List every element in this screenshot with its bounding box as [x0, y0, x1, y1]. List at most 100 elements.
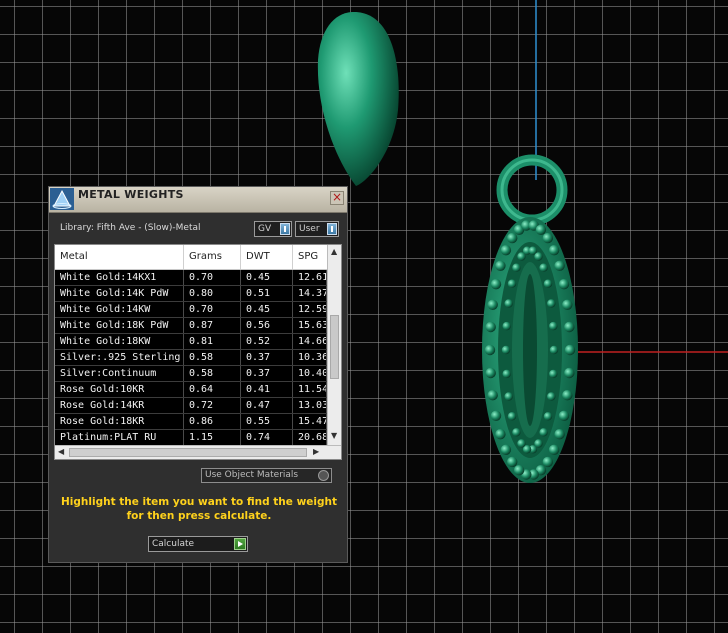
cell-grams: 0.72	[184, 398, 241, 413]
cell-dwt: 0.37	[241, 350, 293, 365]
cell-spg: 15.63	[293, 318, 327, 333]
bead	[548, 245, 560, 256]
library-label: Library: Fifth Ave - (Slow)-Metal	[60, 223, 201, 233]
bead	[547, 392, 556, 401]
cell-dwt: 0.51	[241, 286, 293, 301]
bead	[502, 321, 511, 331]
column-header-grams[interactable]: Grams	[184, 245, 241, 269]
cell-dwt: 0.41	[241, 382, 293, 397]
table-row[interactable]: Rose Gold:14KR 0.72 0.47 13.03	[55, 398, 327, 414]
radio-icon	[318, 470, 329, 481]
play-icon	[234, 538, 246, 550]
bead	[490, 279, 502, 290]
column-header-dwt[interactable]: DWT	[241, 245, 293, 269]
cell-dwt: 0.74	[241, 430, 293, 445]
toggle-knob-icon	[280, 223, 290, 235]
cell-spg: 11.54	[293, 382, 327, 397]
cell-dwt: 0.55	[241, 414, 293, 429]
bead	[535, 224, 547, 235]
table-row[interactable]: White Gold:18K PdW 0.87 0.56 15.63	[55, 318, 327, 334]
cell-dwt: 0.45	[241, 270, 293, 285]
cell-spg: 12.59	[293, 302, 327, 317]
table-row[interactable]: White Gold:14KX1 0.70 0.45 12.61	[55, 270, 327, 286]
table-row[interactable]: Rose Gold:18KR 0.86 0.55 15.47	[55, 414, 327, 430]
teardrop-model	[317, 11, 399, 187]
bead	[549, 345, 559, 355]
table-row[interactable]: Rose Gold:10KR 0.64 0.41 11.54	[55, 382, 327, 398]
bead	[548, 444, 560, 455]
metal-weights-dialog: METAL WEIGHTS × Library: Fifth Ave - (Sl…	[48, 186, 348, 563]
cell-grams: 0.87	[184, 318, 241, 333]
pendant-model	[482, 154, 578, 483]
bead	[507, 412, 517, 421]
bead	[507, 279, 517, 288]
bead	[534, 252, 543, 261]
cell-spg: 12.61	[293, 270, 327, 285]
cell-grams: 0.70	[184, 270, 241, 285]
bead	[487, 390, 498, 401]
bead	[513, 465, 525, 476]
hint-text: Highlight the item you want to find the …	[61, 496, 337, 522]
cell-dwt: 0.37	[241, 366, 293, 381]
bead	[539, 428, 548, 437]
arrow-right-icon[interactable]: ▶	[313, 447, 319, 456]
column-header-spg[interactable]: SPG	[293, 245, 327, 269]
table-row[interactable]: White Gold:18KW 0.81 0.52 14.66	[55, 334, 327, 350]
bead	[543, 412, 553, 421]
bead	[562, 390, 573, 401]
arrow-left-icon[interactable]: ◀	[58, 447, 64, 456]
metal-table: Metal Grams DWT SPG White Gold:14KX1 0.70…	[54, 244, 342, 460]
user-toggle[interactable]: User	[295, 221, 339, 237]
cell-metal: White Gold:14K PdW	[55, 286, 184, 301]
bead	[501, 345, 511, 355]
bead	[512, 428, 521, 437]
bead	[495, 260, 506, 271]
calculate-button[interactable]: Calculate	[148, 536, 248, 552]
bead	[500, 245, 512, 256]
dialog-title: METAL WEIGHTS	[78, 188, 184, 201]
bead	[542, 232, 553, 244]
table-row[interactable]: White Gold:14KW 0.70 0.45 12.59	[55, 302, 327, 318]
cell-grams: 0.80	[184, 286, 241, 301]
table-row[interactable]: Silver:Continuum 0.58 0.37 10.40	[55, 366, 327, 382]
cell-spg: 14.66	[293, 334, 327, 349]
cell-spg: 10.40	[293, 366, 327, 381]
close-icon[interactable]: ×	[330, 191, 344, 205]
user-toggle-label: User	[299, 224, 320, 234]
bead	[504, 392, 513, 401]
bead	[500, 444, 512, 455]
bead	[487, 299, 498, 310]
gv-toggle[interactable]: GV	[254, 221, 292, 237]
bead	[539, 263, 548, 272]
cell-dwt: 0.56	[241, 318, 293, 333]
horizontal-scroll-thumb[interactable]	[69, 448, 307, 457]
bead	[485, 367, 496, 379]
cell-metal: Rose Gold:18KR	[55, 414, 184, 429]
use-object-materials-toggle[interactable]: Use Object Materials	[201, 468, 332, 483]
calculate-label: Calculate	[152, 539, 195, 549]
vertical-scrollbar[interactable]: ▲ ▼	[327, 245, 341, 445]
cell-metal: Platinum:PLAT RU	[55, 430, 184, 445]
use-object-materials-label: Use Object Materials	[205, 470, 299, 480]
bead	[507, 456, 518, 468]
bead	[547, 299, 556, 308]
column-header-metal[interactable]: Metal	[55, 245, 184, 269]
bead	[484, 344, 496, 356]
cell-spg: 15.47	[293, 414, 327, 429]
cell-grams: 0.81	[184, 334, 241, 349]
table-row[interactable]: Silver:.925 Sterling 0.58 0.37 10.36	[55, 350, 327, 366]
arrow-up-icon[interactable]: ▲	[331, 247, 337, 256]
horizontal-scrollbar[interactable]: ◀ ▶	[55, 445, 341, 459]
cell-metal: White Gold:18KW	[55, 334, 184, 349]
bead	[517, 439, 526, 448]
table-row[interactable]: Platinum:PLAT RU 1.15 0.74 20.68	[55, 430, 327, 446]
table-row[interactable]: White Gold:14K PdW 0.80 0.51 14.37	[55, 286, 327, 302]
bead	[562, 299, 573, 310]
dialog-titlebar[interactable]: METAL WEIGHTS ×	[49, 187, 347, 213]
cell-metal: White Gold:14KW	[55, 302, 184, 317]
bead	[558, 410, 570, 421]
cell-dwt: 0.45	[241, 302, 293, 317]
vertical-scroll-thumb[interactable]	[330, 315, 339, 379]
bead	[502, 369, 511, 379]
arrow-down-icon[interactable]: ▼	[331, 431, 337, 440]
